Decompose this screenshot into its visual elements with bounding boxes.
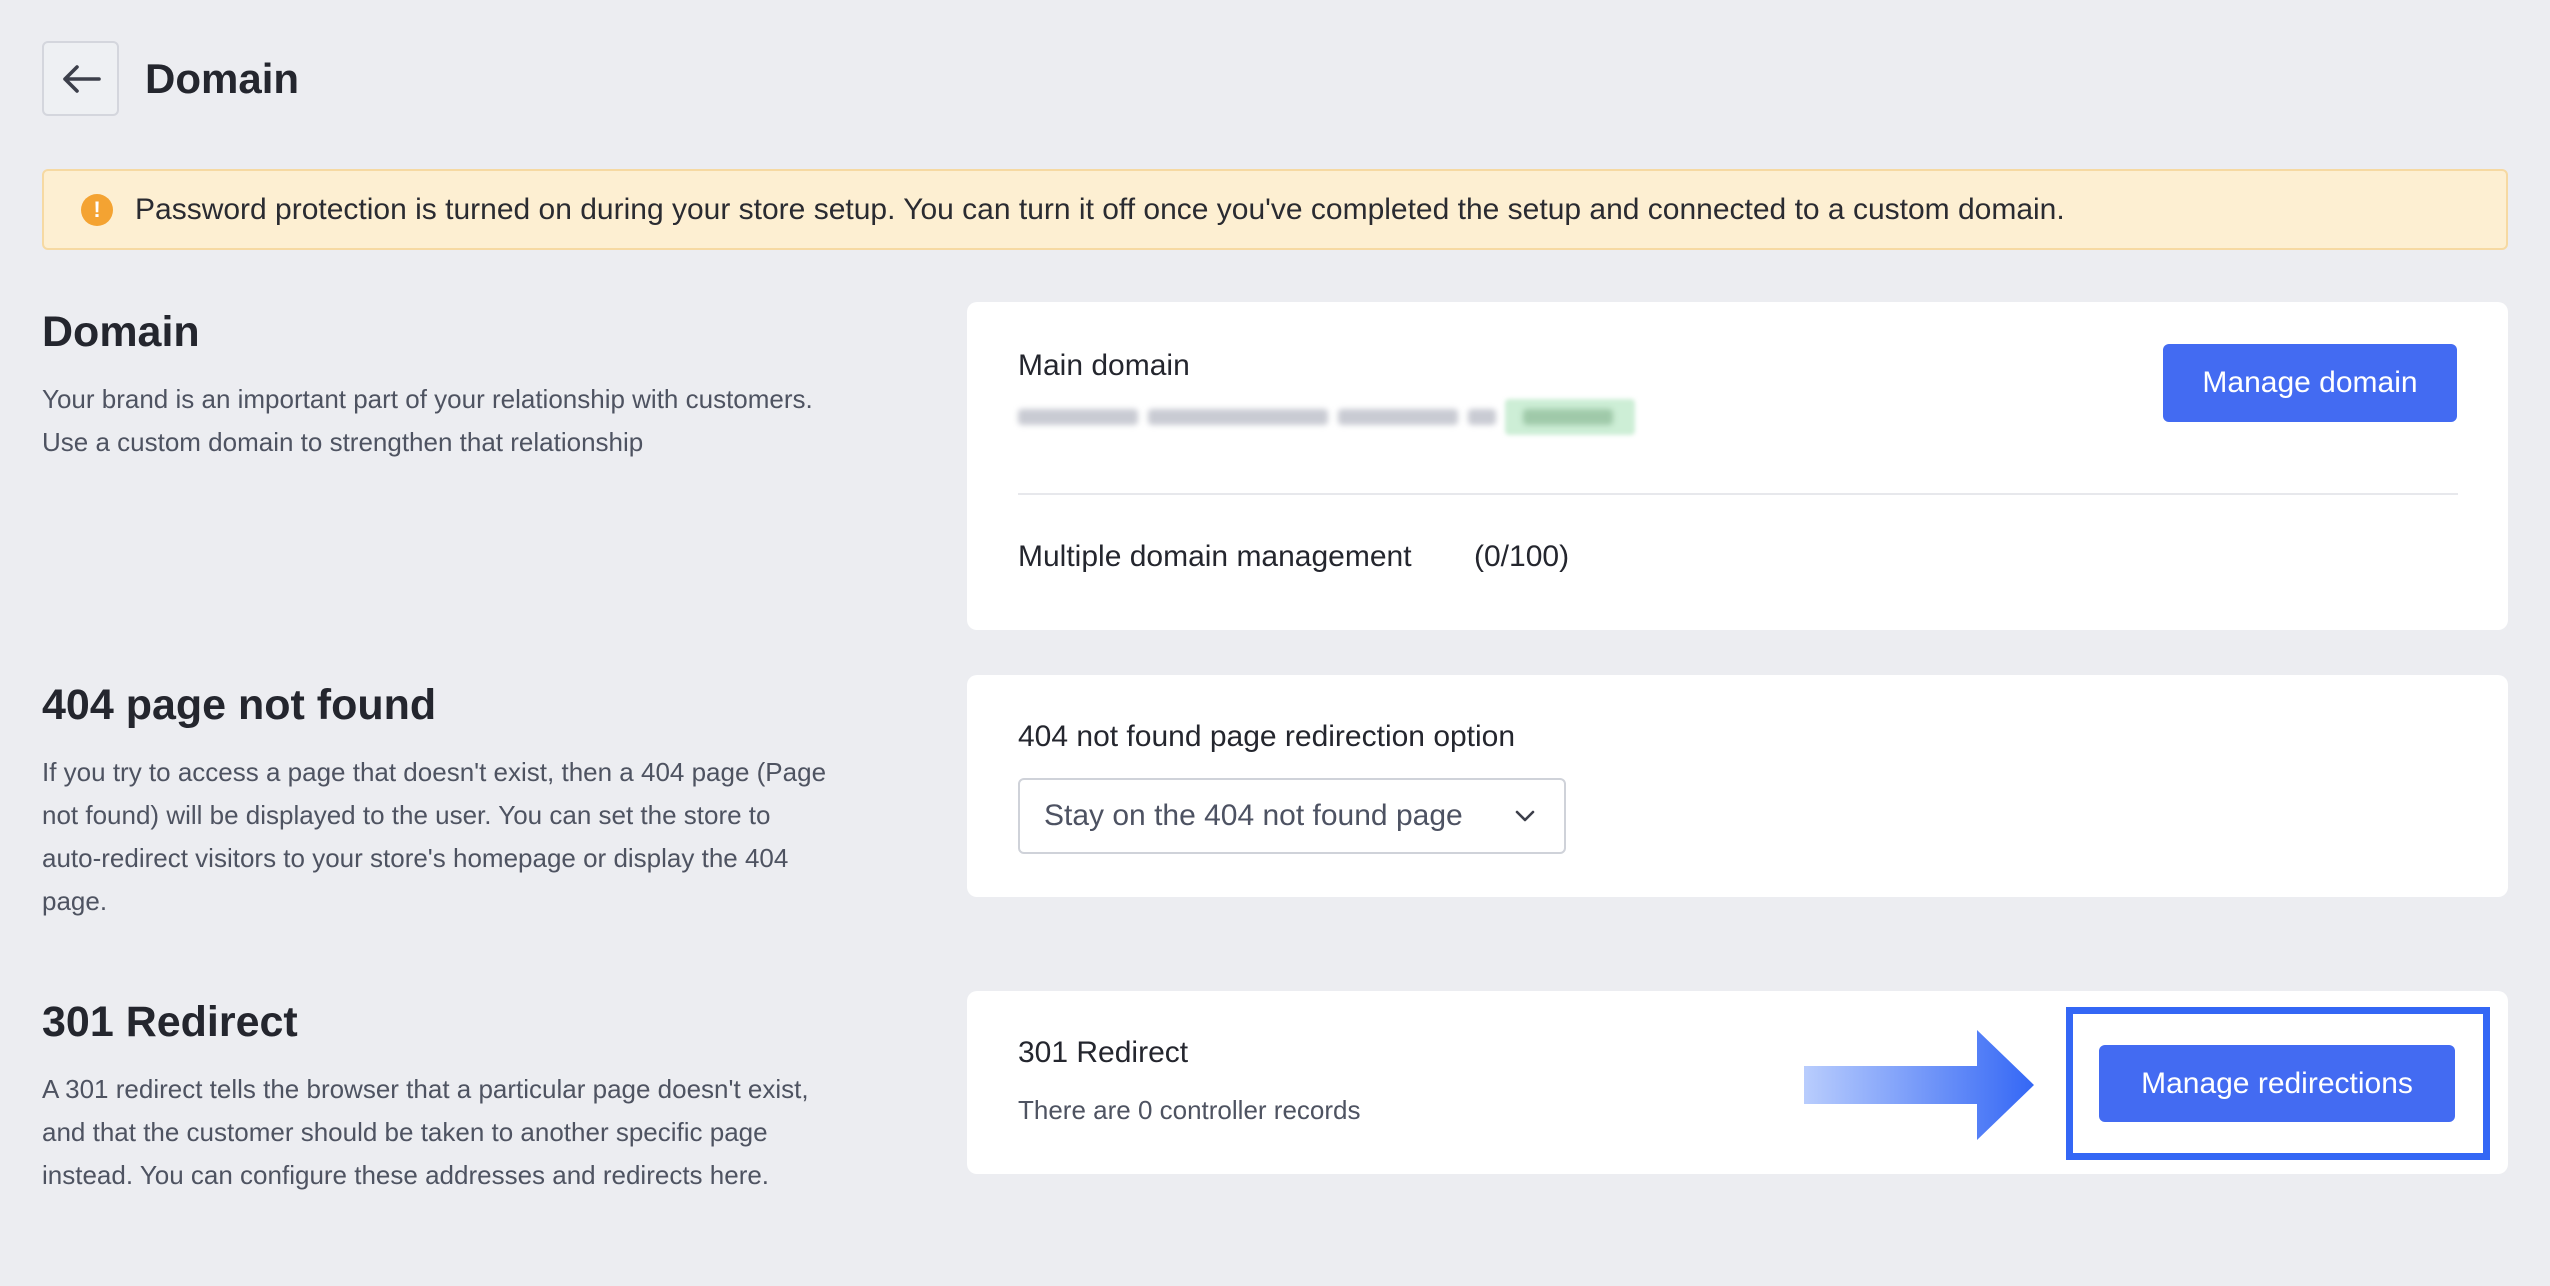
main-domain-value-redacted <box>1018 399 1638 435</box>
redirect-section-title: 301 Redirect <box>42 998 298 1046</box>
controller-records-text: There are 0 controller records <box>1018 1095 1361 1125</box>
multiple-domain-count: (0/100) <box>1474 540 1570 573</box>
card-divider <box>1018 493 2458 495</box>
exclamation-circle-icon: ! <box>81 193 113 226</box>
redirect-card-title: 301 Redirect <box>1018 1036 1189 1069</box>
domain-card: Main domain Manage domain Multiple domai… <box>967 302 2508 630</box>
selected-option: Stay on the 404 not found page <box>1044 799 1463 832</box>
password-protection-banner: ! Password protection is turned on durin… <box>42 169 2508 250</box>
redirection-option-label: 404 not found page redirection option <box>1018 720 1516 753</box>
domain-section-description: Your brand is an important part of your … <box>42 384 813 457</box>
arrow-left-icon <box>62 64 101 93</box>
chevron-down-icon <box>1515 810 1535 822</box>
banner-text: Password protection is turned on during … <box>135 192 2065 226</box>
not-found-section-description: If you try to access a page that doesn't… <box>42 757 827 916</box>
back-button[interactable] <box>42 41 119 116</box>
not-found-section-title: 404 page not found <box>42 681 437 729</box>
domain-settings-page: Domain ! Password protection is turned o… <box>0 0 2550 1286</box>
redirect-section-description: A 301 redirect tells the browser that a … <box>42 1074 809 1190</box>
manage-domain-button[interactable]: Manage domain <box>2163 344 2457 422</box>
page-title: Domain <box>145 55 300 102</box>
domain-section-title: Domain <box>42 308 200 356</box>
main-domain-label: Main domain <box>1018 349 1190 382</box>
not-found-card: 404 not found page redirection option St… <box>967 675 2508 897</box>
multiple-domain-label: Multiple domain management <box>1018 540 1412 573</box>
arrow-right-icon <box>1804 1030 2034 1140</box>
redirection-option-select[interactable]: Stay on the 404 not found page <box>1018 778 1566 854</box>
manage-redirections-button[interactable]: Manage redirections <box>2099 1045 2455 1122</box>
